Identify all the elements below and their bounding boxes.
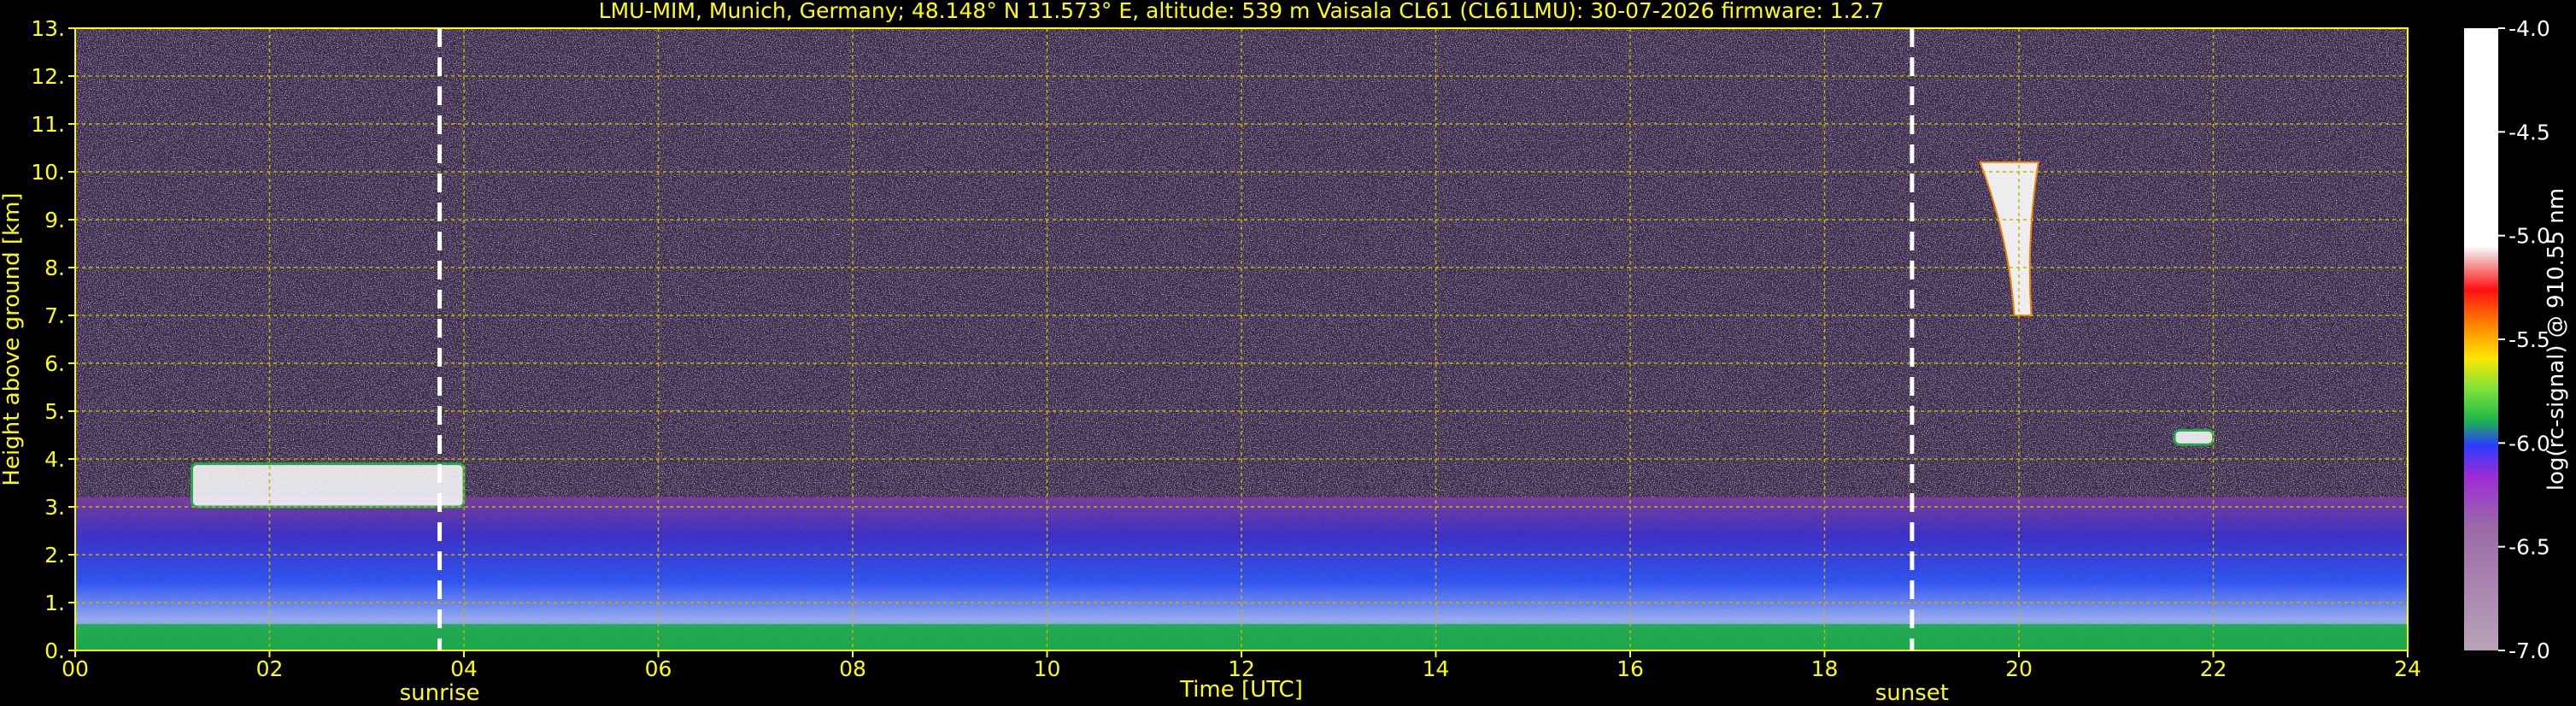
y-tick-label: 13. (31, 16, 65, 41)
x-axis-label: Time [UTC] (1179, 677, 1303, 703)
y-tick-label: 9. (44, 208, 65, 232)
x-tick-label: 16 (1617, 656, 1644, 681)
x-tick-label: 08 (839, 656, 866, 681)
colorbar (2464, 28, 2498, 650)
y-tick-label: 4. (44, 447, 65, 472)
colorbar-tick-label: -7.0 (2509, 638, 2550, 663)
sunset-label: sunset (1875, 680, 1949, 706)
y-axis-label: Height above ground [km] (0, 192, 25, 485)
x-tick-label: 20 (2005, 656, 2033, 681)
x-tick-label: 00 (62, 656, 89, 681)
colorbar-ticks: -4.0-4.5-5.0-5.5-6.0-6.5-7.0 (2498, 16, 2550, 663)
x-tick-label: 06 (645, 656, 672, 681)
colorbar-tick-label: -4.5 (2509, 120, 2550, 144)
y-tick-label: 3. (44, 495, 65, 520)
y-tick-label: 1. (44, 591, 65, 615)
y-tick-label: 8. (44, 256, 65, 280)
sunrise-label: sunrise (400, 680, 480, 706)
y-tick-label: 12. (31, 64, 65, 89)
x-tick-label: 14 (1423, 656, 1450, 681)
y-tick-label: 0. (44, 638, 65, 663)
x-tick-label: 02 (256, 656, 284, 681)
y-tick-label: 11. (31, 112, 65, 137)
y-tick-label: 6. (44, 351, 65, 376)
colorbar-label: log(rc-signal) @ 910.55 nm (2544, 188, 2569, 491)
colorbar-tick-label: -6.5 (2509, 535, 2550, 560)
y-tick-label: 2. (44, 543, 65, 568)
x-tick-label: 22 (2200, 656, 2227, 681)
x-tick-label: 18 (1811, 656, 1839, 681)
cloud-layer-3 (2173, 428, 2215, 446)
ceilometer-chart: 00 02 04 06 08 10 12 14 16 18 20 22 240.1.2.3.4.5.6.… (0, 0, 2569, 706)
cloud-layer-1 (191, 462, 466, 509)
x-tick-label: 10 (1034, 656, 1061, 681)
chart-title: LMU-MIM, Munich, Germany; 48.148° N 11.5… (599, 0, 1885, 23)
x-tick-label: 04 (450, 656, 478, 681)
x-tick-label: 24 (2394, 656, 2421, 681)
y-tick-label: 10. (31, 160, 65, 185)
y-tick-label: 7. (44, 303, 65, 328)
y-tick-label: 5. (44, 399, 65, 424)
colorbar-tick-label: -4.0 (2509, 16, 2550, 41)
